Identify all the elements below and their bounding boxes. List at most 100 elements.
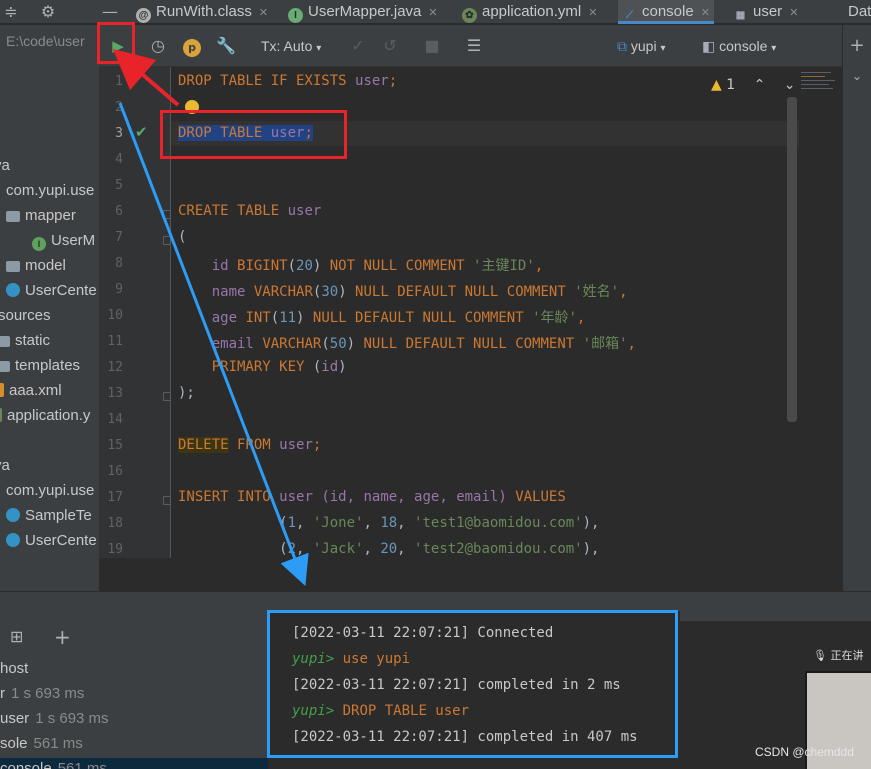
chevron-down-icon: ▾ [316, 43, 322, 54]
output-format-icon[interactable]: ☰ [463, 35, 485, 57]
fold-marker-icon[interactable] [163, 496, 171, 505]
tree-item[interactable]: model [6, 255, 66, 277]
session-icon: ◧ [702, 38, 716, 54]
service-item[interactable]: r1 s 693 ms [0, 683, 84, 705]
wrench-icon[interactable]: 🔧 [215, 35, 237, 57]
code-line-15: DELETE FROM user; [178, 437, 322, 453]
service-item[interactable]: host [0, 658, 28, 680]
service-item[interactable]: console 561 ms [0, 758, 268, 769]
add-icon[interactable]: + [847, 35, 867, 57]
line-number: 14 [107, 412, 123, 427]
gear-icon[interactable]: ⚙ [38, 0, 58, 24]
code-line-10: age INT(11) NULL DEFAULT NULL COMMENT '年… [211, 310, 586, 326]
line-number: 1 [115, 74, 123, 89]
code-line-12: PRIMARY KEY (id) [211, 359, 347, 375]
chevron-down-icon: ▾ [660, 43, 666, 54]
fold-marker-icon[interactable] [163, 392, 171, 401]
tab-usermapper-java[interactable]: I UserMapper.java ✕ [288, 0, 438, 24]
warning-count: 1 [726, 77, 736, 93]
tree-item[interactable]: com.yupi.use [6, 180, 94, 202]
annotation-box-console [267, 610, 678, 758]
folder-icon [0, 361, 10, 372]
tx-mode-dropdown[interactable]: Tx: Auto ▾ [261, 35, 341, 57]
tree-item[interactable]: UserCente [6, 530, 97, 552]
line-number: 5 [115, 178, 123, 193]
annotation-icon: @ [136, 8, 151, 23]
close-icon[interactable]: ✕ [789, 7, 798, 19]
tree-item[interactable]: va [0, 155, 10, 177]
console-toolbar: ▶ ◷ p 🔧 Tx: Auto ▾ ✓ ↺ ■ ☰ ⧉ yupi ▾ ◧ co… [99, 25, 842, 67]
close-icon[interactable]: ✕ [428, 7, 437, 19]
tab-label: application.yml [482, 3, 582, 20]
minimap-line [801, 80, 835, 81]
line-number: 7 [115, 230, 123, 245]
interface-icon: I [288, 8, 303, 23]
annotation-box-run [97, 22, 135, 64]
line-number: 4 [115, 152, 123, 167]
minimap[interactable] [799, 67, 842, 558]
line-number: 13 [107, 386, 123, 401]
tree-item[interactable]: SampleTe [6, 505, 92, 527]
tree-item[interactable]: mapper [6, 205, 76, 227]
console-icon: ⟋ [626, 10, 633, 21]
tree-item[interactable]: aaa.xml [0, 380, 62, 402]
close-icon[interactable]: ✕ [259, 7, 268, 19]
collapse-icon[interactable]: ≑ [2, 0, 20, 24]
tab-console[interactable]: ⟋ console ✕ [618, 0, 714, 24]
datasource-selector[interactable]: ⧉ yupi ▾ [617, 35, 687, 57]
chevron-up-icon[interactable]: ⌃ [754, 77, 766, 93]
chevron-down-icon: ▾ [771, 43, 777, 54]
tree-item[interactable]: static [0, 330, 50, 352]
line-number: 15 [107, 438, 123, 453]
tab-label: Dat [848, 3, 871, 20]
code-line-18: (1, 'Jone', 18, 'test1@baomidou.com'), [178, 515, 600, 531]
rollback-icon[interactable]: ↺ [379, 35, 401, 57]
service-item[interactable]: sole 561 ms [0, 733, 83, 755]
tree-item[interactable]: com.yupi.use [6, 480, 94, 502]
tab-database[interactable]: Dat [848, 0, 871, 24]
right-tool-strip: + ⌄ [842, 25, 871, 591]
code-line-13: ); [178, 385, 195, 401]
chevron-down-icon[interactable]: ⌄ [847, 65, 867, 87]
tab-runwith-class[interactable]: @ RunWith.class ✕ [136, 0, 268, 24]
history-icon[interactable]: ◷ [147, 35, 169, 57]
add-service-icon[interactable]: + [54, 625, 71, 649]
fold-marker-icon[interactable] [163, 236, 171, 245]
tab-user[interactable]: ▦ user ✕ [733, 0, 799, 24]
minimize-icon[interactable]: — [100, 0, 120, 24]
tree-item[interactable]: UserCente [6, 280, 97, 302]
tab-application-yml[interactable]: ✿ application.yml ✕ [462, 0, 597, 24]
microphone-icon: 🎙 [813, 649, 827, 662]
tree-item[interactable]: application.y [0, 405, 90, 427]
close-icon[interactable]: ✕ [701, 7, 710, 19]
tree-item[interactable]: va [0, 455, 10, 477]
commit-icon[interactable]: ✓ [347, 35, 369, 57]
folder-icon [6, 261, 20, 272]
layout-icon[interactable]: ⊞ [10, 627, 23, 646]
interface-icon: I [32, 237, 46, 251]
chevron-down-icon[interactable]: ⌄ [784, 77, 796, 93]
stop-icon[interactable]: ■ [421, 35, 443, 57]
fold-marker-icon[interactable] [163, 210, 171, 219]
project-tree-panel: E:\code\user va com.yupi.use mapper IUse… [0, 25, 99, 591]
service-item[interactable]: user 1 s 693 ms [0, 708, 109, 730]
editor-scrollbar[interactable] [787, 97, 797, 422]
watermark: CSDN @chemddd [755, 745, 854, 759]
inspection-widget[interactable]: ▲ 1 ⌃ ⌄ [711, 75, 796, 95]
session-selector[interactable]: ◧ console ▾ [702, 35, 797, 57]
executed-check-icon: ✔ [135, 123, 148, 141]
warning-icon: ▲ [711, 77, 722, 93]
tree-item[interactable]: I UserM [32, 230, 95, 252]
xml-file-icon [0, 383, 4, 397]
profile-icon[interactable]: p [181, 35, 203, 57]
tree-item[interactable]: templates [0, 355, 80, 377]
annotation-box-statement [160, 110, 347, 159]
close-icon[interactable]: ✕ [588, 7, 597, 19]
line-number: 12 [107, 360, 123, 375]
tab-label: user [753, 3, 783, 20]
code-line-1: DROP TABLE IF EXISTS user; [178, 73, 398, 89]
tree-item[interactable]: sources [0, 305, 51, 327]
tab-label: RunWith.class [156, 3, 252, 20]
minimap-line [801, 84, 829, 85]
folder-icon [0, 336, 10, 347]
